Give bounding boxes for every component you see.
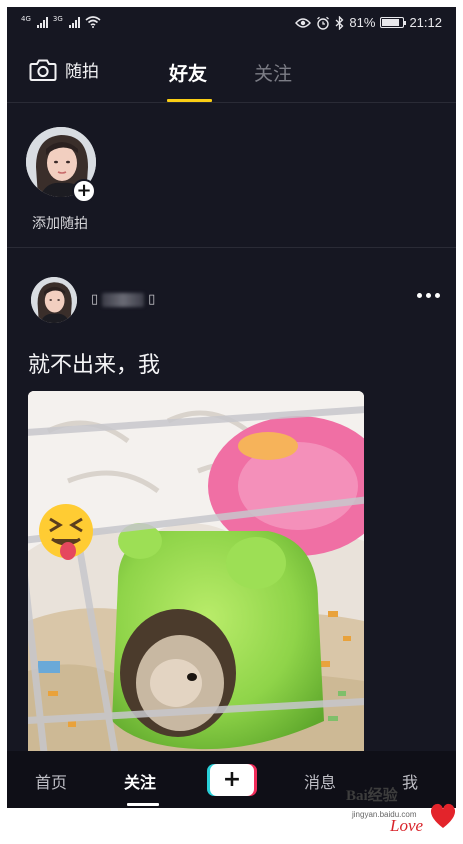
battery-percent: 81%	[349, 15, 376, 30]
wifi-icon	[85, 16, 101, 28]
app-frame: 4G 3G 81% 21:12 随拍 好友 关注 + 添加随拍 ▯ ▯ 就不出来…	[7, 7, 456, 808]
create-button[interactable]: +	[207, 764, 257, 796]
tab-active-indicator	[167, 99, 212, 102]
battery-icon	[380, 17, 407, 28]
add-story-plus-icon[interactable]: +	[72, 179, 96, 203]
nav-active-indicator	[127, 803, 159, 806]
nav-messages[interactable]: 消息	[304, 769, 336, 793]
more-options-icon[interactable]	[417, 293, 440, 298]
watermark-brand: Bai经验	[346, 788, 398, 804]
post-photo[interactable]	[28, 391, 364, 771]
heart-icon	[430, 803, 456, 828]
status-bar: 4G 3G 81% 21:12	[7, 7, 456, 41]
post-author-avatar[interactable]	[31, 277, 77, 323]
nav-following[interactable]: 关注	[124, 769, 156, 793]
post-caption: 就不出来，我	[28, 353, 161, 378]
clock: 21:12	[409, 15, 442, 30]
watermark-love: Love	[390, 816, 424, 835]
shoot-button[interactable]: 随拍	[29, 57, 99, 82]
eye-icon	[295, 17, 312, 28]
shoot-label: 随拍	[65, 62, 99, 82]
top-bar: 随拍 好友 关注	[7, 41, 456, 103]
status-left: 4G 3G	[21, 16, 101, 28]
post-header: ▯ ▯	[7, 269, 456, 329]
signal-icon	[36, 16, 48, 28]
tab-following[interactable]: 关注	[254, 59, 292, 86]
username-prefix: ▯	[91, 292, 99, 307]
alarm-icon	[317, 16, 330, 30]
tab-friends[interactable]: 好友	[169, 59, 207, 86]
camera-icon	[29, 59, 57, 81]
nav-home[interactable]: 首页	[35, 769, 67, 793]
add-story-label: 添加随拍	[32, 216, 88, 232]
network-type-1: 4G	[21, 15, 31, 23]
hamster-photo	[28, 391, 364, 771]
signal-icon-2	[68, 16, 80, 28]
story-row: + 添加随拍	[7, 103, 456, 248]
network-type-2: 3G	[52, 15, 63, 23]
post-author-name[interactable]: ▯ ▯	[91, 292, 155, 307]
baidu-watermark: Bai经验 jingyan.baidu.com Love	[342, 776, 460, 840]
plus-icon: +	[210, 764, 254, 796]
username-redacted	[102, 292, 145, 307]
status-right: 81% 21:12	[295, 15, 442, 30]
username-suffix: ▯	[148, 292, 156, 307]
bluetooth-icon	[335, 15, 344, 30]
avatar-image	[31, 277, 77, 323]
